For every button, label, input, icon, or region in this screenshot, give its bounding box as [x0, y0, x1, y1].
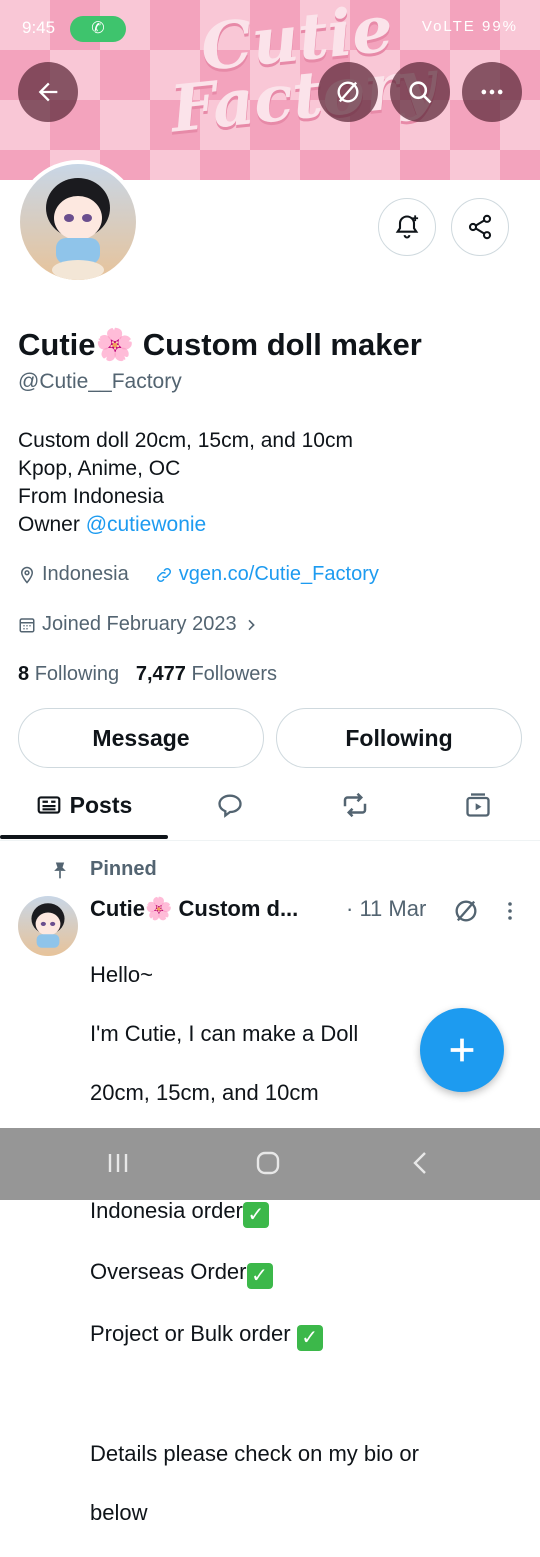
search-icon [409, 81, 432, 104]
following-count-link[interactable]: 8 Following [18, 663, 119, 685]
profile-handle: @Cutie__Factory [18, 370, 182, 393]
post-author[interactable]: Cutie🌸 Custom d... [90, 896, 298, 922]
bio-line: Kpop, Anime, OC [18, 457, 181, 480]
profile-avatar[interactable] [16, 160, 140, 284]
recent-apps-button[interactable] [98, 1148, 138, 1178]
website-link[interactable]: vgen.co/Cutie_Factory [179, 563, 379, 586]
grok-icon [337, 81, 359, 103]
joined-row[interactable]: Joined February 2023 [18, 613, 259, 636]
check-emoji-icon: ✓ [242, 1201, 269, 1228]
compose-button[interactable] [420, 1008, 504, 1092]
search-button[interactable] [390, 62, 450, 122]
back-button[interactable] [18, 62, 78, 122]
bell-plus-icon [395, 215, 419, 239]
posts-icon [37, 796, 61, 814]
followers-count-link[interactable]: 7,477 Followers [136, 663, 277, 685]
profile-bio: Custom doll 20cm, 15cm, and 10cm Kpop, A… [18, 427, 353, 539]
chevron-left-icon [413, 1152, 426, 1174]
profile-tabs: Posts [0, 770, 540, 841]
post-date[interactable]: · 11 Mar [346, 896, 426, 922]
link-icon [156, 567, 171, 582]
follow-counts: 8 Following 7,477 Followers [18, 663, 277, 686]
media-icon [466, 793, 490, 817]
calendar-icon [19, 617, 35, 632]
call-indicator[interactable]: ✆ [70, 16, 126, 42]
tab-replies[interactable] [190, 770, 270, 840]
recent-apps-icon [108, 1154, 128, 1172]
bio-line: Custom doll 20cm, 15cm, and 10cm [18, 429, 353, 452]
avatar-image [20, 164, 136, 280]
share-button[interactable] [451, 198, 509, 256]
pinned-label-row: Pinned [50, 858, 157, 881]
repost-icon [343, 792, 367, 818]
home-icon [256, 1151, 280, 1175]
reply-icon [218, 794, 242, 818]
system-nav-bar [0, 1128, 540, 1200]
message-button[interactable]: Message [18, 708, 264, 768]
grok-button[interactable] [318, 62, 378, 122]
joined-text: Joined February 2023 [42, 613, 237, 635]
tab-reposts[interactable] [315, 770, 395, 840]
arrow-left-icon [38, 82, 58, 102]
post-header: Cutie🌸 Custom d... · 11 Mar [90, 896, 530, 926]
bio-owner-line: Owner @cutiewonie [18, 513, 207, 536]
share-icon [468, 214, 492, 240]
check-emoji-icon: ✓ [296, 1324, 323, 1351]
more-icon [481, 89, 503, 95]
pin-icon [54, 862, 66, 878]
status-bar: 9:45 ✆ VoLTE 99% [0, 14, 540, 44]
location-text: Indonesia [42, 563, 129, 585]
chevron-right-icon [248, 619, 255, 630]
tab-posts[interactable]: Posts [0, 770, 168, 840]
status-indicators: VoLTE 99% [421, 18, 518, 35]
home-button[interactable] [248, 1148, 288, 1178]
check-emoji-icon: ✓ [246, 1263, 273, 1289]
tab-media[interactable] [438, 770, 518, 840]
following-button[interactable]: Following [276, 708, 522, 768]
status-time: 9:45 [22, 18, 56, 37]
system-back-button[interactable] [400, 1148, 440, 1178]
location-row: Indonesia vgen.co/Cutie_Factory [18, 563, 379, 586]
bio-line: From Indonesia [18, 485, 164, 508]
notify-button[interactable] [378, 198, 436, 256]
location-pin-icon [20, 566, 34, 584]
profile-name: Cutie🌸 Custom doll maker [18, 327, 422, 362]
more-vertical-icon[interactable] [498, 898, 522, 924]
more-options-button[interactable] [462, 62, 522, 122]
post-avatar[interactable] [18, 896, 78, 956]
grok-icon[interactable] [452, 897, 480, 925]
plus-icon [450, 1038, 474, 1062]
active-tab-indicator [0, 835, 168, 839]
owner-mention-link[interactable]: @cutiewonie [86, 513, 207, 536]
